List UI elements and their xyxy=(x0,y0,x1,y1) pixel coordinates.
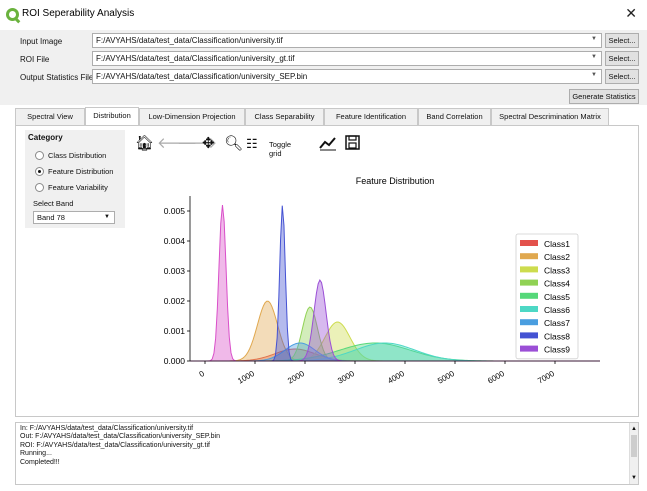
qgis-logo-icon xyxy=(6,8,19,21)
x-tick-label: 4000 xyxy=(386,369,406,386)
option-feature-variability[interactable]: Feature Variability xyxy=(35,183,108,192)
chevron-down-icon[interactable]: ▼ xyxy=(591,72,597,78)
select-band-label: Select Band xyxy=(33,199,74,208)
legend-swatch xyxy=(520,319,538,326)
legend-swatch xyxy=(520,306,538,312)
x-tick-label: 0 xyxy=(198,369,207,379)
band-select-value: Band 78 xyxy=(37,213,65,222)
roi-file-value: F:/AVYAHS/data/test_data/Classification/… xyxy=(96,54,295,63)
category-title: Category xyxy=(28,133,63,142)
chevron-down-icon[interactable]: ▼ xyxy=(591,36,597,42)
select-roi-file-button[interactable]: Select... xyxy=(605,51,639,66)
close-icon[interactable]: ✕ xyxy=(625,6,637,20)
chart-title: Feature Distribution xyxy=(356,176,435,186)
line-edit-icon[interactable] xyxy=(319,135,337,156)
x-tick-label: 7000 xyxy=(536,369,556,386)
legend-swatch xyxy=(520,240,538,246)
title-bar: ROI Seperability Analysis ✕ xyxy=(0,0,647,30)
chevron-down-icon[interactable]: ▼ xyxy=(104,214,110,220)
option-label: Feature Variability xyxy=(48,183,108,192)
x-tick-label: 5000 xyxy=(436,369,456,386)
y-tick-label: 0.004 xyxy=(164,236,186,246)
log-line: Running... xyxy=(20,450,52,458)
legend-swatch xyxy=(520,253,538,260)
toggle-grid-button[interactable]: Toggle grid xyxy=(269,140,291,158)
y-tick-label: 0.003 xyxy=(164,266,186,276)
console-scrollbar[interactable]: ▲ ▼ xyxy=(629,423,638,484)
log-line: ROI: F:/AVYAHS/data/test_data/Classifica… xyxy=(20,441,210,449)
option-class-distribution[interactable]: Class Distribution xyxy=(35,151,106,160)
legend-swatch xyxy=(520,279,538,286)
legend-label: Class9 xyxy=(544,345,570,355)
tab-band-correlation[interactable]: Band Correlation xyxy=(418,108,491,125)
band-select[interactable]: Band 78 ▼ xyxy=(33,211,115,224)
configure-icon[interactable]: ☷ xyxy=(246,135,258,153)
tab-spectral-descrimination-matrix[interactable]: Spectral Descrimination Matrix xyxy=(491,108,609,125)
legend-swatch xyxy=(520,266,538,273)
legend-label: Class8 xyxy=(544,331,570,341)
tab-class-separability[interactable]: Class Separability xyxy=(245,108,324,125)
roi-file-field[interactable]: F:/AVYAHS/data/test_data/Classification/… xyxy=(92,51,602,66)
roi-file-label: ROI File xyxy=(20,55,50,64)
legend-swatch xyxy=(520,292,538,299)
option-feature-distribution[interactable]: Feature Distribution xyxy=(35,167,113,176)
chevron-down-icon[interactable]: ▼ xyxy=(591,54,597,60)
y-tick-label: 0.002 xyxy=(164,296,186,306)
x-tick-label: 6000 xyxy=(486,369,506,386)
tab-spectral-view[interactable]: Spectral View xyxy=(15,108,85,125)
legend-swatch xyxy=(520,332,538,339)
legend-label: Class1 xyxy=(544,239,570,249)
zoom-icon[interactable]: 🔍︎ xyxy=(224,135,243,153)
log-console: In: F:/AVYAHS/data/test_data/Classificat… xyxy=(15,422,639,485)
category-group: Category Class Distribution Feature Dist… xyxy=(25,130,125,228)
log-line: In: F:/AVYAHS/data/test_data/Classificat… xyxy=(20,425,194,432)
output-statistics-field[interactable]: F:/AVYAHS/data/test_data/Classification/… xyxy=(92,69,602,84)
legend-label: Class5 xyxy=(544,292,570,302)
input-image-value: F:/AVYAHS/data/test_data/Classification/… xyxy=(96,36,283,45)
output-statistics-value: F:/AVYAHS/data/test_data/Classification/… xyxy=(96,72,308,81)
feature-distribution-chart: Feature Distribution 0.000 0.001 0.002 0.003… xyxy=(164,176,600,386)
radio-button[interactable] xyxy=(35,151,44,160)
option-label: Class Distribution xyxy=(48,151,107,160)
select-input-image-button[interactable]: Select... xyxy=(605,33,639,48)
save-icon[interactable] xyxy=(345,135,360,155)
scroll-down-icon[interactable]: ▼ xyxy=(631,474,637,482)
y-tick-label: 0.001 xyxy=(164,326,186,336)
log-line: Out: F:/AVYAHS/data/test_data/Classifica… xyxy=(20,433,220,441)
generate-statistics-button[interactable]: Generate Statistics xyxy=(569,89,639,104)
scroll-thumb[interactable] xyxy=(631,435,637,457)
input-image-field[interactable]: F:/AVYAHS/data/test_data/Classification/… xyxy=(92,33,602,48)
legend-swatch xyxy=(520,345,538,352)
legend-label: Class2 xyxy=(544,252,570,262)
pan-icon[interactable]: ✥ xyxy=(202,135,215,153)
x-tick-label: 3000 xyxy=(336,369,356,386)
home-icon[interactable]: 🏠︎ xyxy=(135,135,154,153)
legend-label: Class7 xyxy=(544,318,570,328)
radio-button[interactable] xyxy=(35,183,44,192)
tab-distribution[interactable]: Distribution xyxy=(85,107,139,126)
x-tick-label: 1000 xyxy=(236,369,256,386)
tab-feature-identification[interactable]: Feature Identification xyxy=(324,108,418,125)
log-line: Completed!!! xyxy=(20,458,60,466)
select-output-file-button[interactable]: Select... xyxy=(605,69,639,84)
y-tick-label: 0.000 xyxy=(164,356,186,366)
option-label: Feature Distribution xyxy=(48,167,114,176)
input-image-label: Input Image xyxy=(20,37,63,46)
radio-button-selected[interactable] xyxy=(35,167,44,176)
output-statistics-label: Output Statistics File xyxy=(20,73,94,82)
scroll-up-icon[interactable]: ▲ xyxy=(631,425,637,433)
tab-low-dimension-projection[interactable]: Low-Dimension Projection xyxy=(139,108,245,125)
legend-label: Class6 xyxy=(544,305,570,315)
y-tick-label: 0.005 xyxy=(164,206,186,216)
window-title: ROI Seperability Analysis xyxy=(22,8,135,19)
x-tick-label: 2000 xyxy=(286,369,306,386)
legend-label: Class3 xyxy=(544,265,570,275)
legend-label: Class4 xyxy=(544,279,570,289)
